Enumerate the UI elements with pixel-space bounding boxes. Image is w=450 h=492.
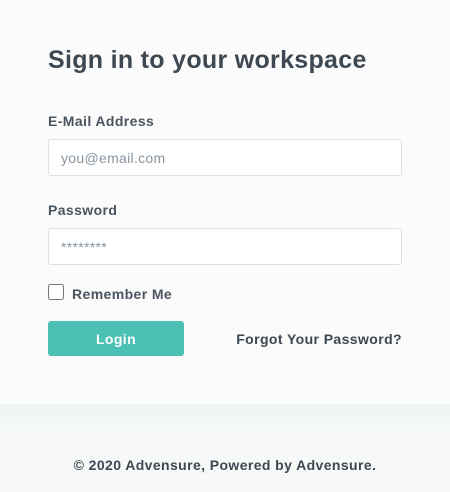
forgot-password-link[interactable]: Forgot Your Password? <box>236 331 402 347</box>
login-card: Sign in to your workspace E-Mail Address… <box>0 0 450 404</box>
remember-me-row: Remember Me <box>48 282 172 302</box>
remember-me-label[interactable]: Remember Me <box>72 286 172 302</box>
email-label: E-Mail Address <box>48 113 155 129</box>
footer-copyright: © 2020 Advensure, Powered by Advensure. <box>73 457 377 473</box>
email-field[interactable] <box>48 139 402 176</box>
card-shadow <box>0 404 450 444</box>
page-title: Sign in to your workspace <box>48 46 367 74</box>
password-field[interactable] <box>48 228 402 265</box>
remember-me-checkbox[interactable] <box>48 284 64 300</box>
password-label: Password <box>48 202 118 218</box>
login-button[interactable]: Login <box>48 321 184 356</box>
